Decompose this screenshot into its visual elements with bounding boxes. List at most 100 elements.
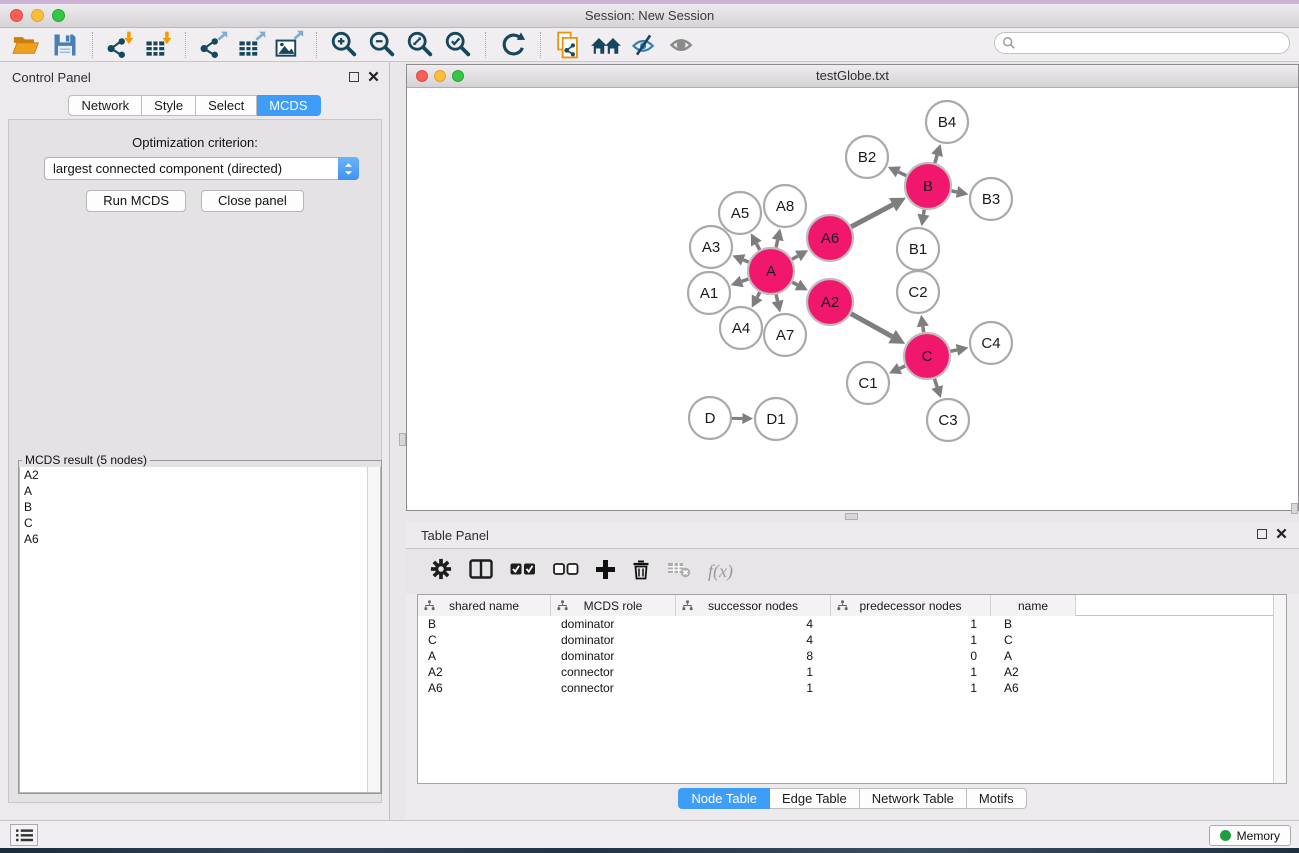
- create-column-button[interactable]: [596, 560, 615, 584]
- float-panel-icon[interactable]: [1257, 529, 1267, 539]
- copy-network-button[interactable]: [549, 30, 587, 60]
- table-cell[interactable]: 1: [831, 680, 991, 696]
- graph-edge[interactable]: [934, 379, 937, 387]
- graph-edge[interactable]: [898, 172, 906, 176]
- column-header-successor-nodes[interactable]: successor nodes: [676, 595, 831, 616]
- graph-edge[interactable]: [900, 366, 906, 369]
- show-hidden-panels-button[interactable]: [10, 824, 38, 846]
- graph-edge[interactable]: [952, 191, 958, 192]
- graph-node-B4[interactable]: B4: [926, 101, 968, 143]
- graph-node-D[interactable]: D: [689, 397, 731, 439]
- graph-edge[interactable]: [923, 326, 924, 332]
- table-cell[interactable]: dominator: [551, 616, 676, 632]
- table-cell[interactable]: 4: [676, 616, 831, 632]
- graph-edge[interactable]: [851, 205, 892, 227]
- graph-edge[interactable]: [935, 155, 937, 163]
- result-scrollbar[interactable]: [367, 467, 380, 792]
- graph-node-A6[interactable]: A6: [807, 215, 853, 261]
- result-item[interactable]: A6: [20, 531, 380, 547]
- optimization-criterion-select[interactable]: largest connected component (directed): [44, 157, 359, 180]
- table-cell[interactable]: connector: [551, 680, 676, 696]
- table-cell[interactable]: 1: [676, 680, 831, 696]
- tab-select[interactable]: Select: [196, 95, 257, 116]
- hide-panel-button[interactable]: [625, 30, 663, 60]
- table-cell[interactable]: A2: [418, 664, 551, 680]
- save-session-button[interactable]: [46, 30, 84, 60]
- graph-node-D1[interactable]: D1: [755, 398, 797, 440]
- tab-network[interactable]: Network: [68, 95, 142, 116]
- import-table-button[interactable]: [139, 30, 177, 60]
- column-header-shared-name[interactable]: shared name: [418, 595, 551, 616]
- table-cell[interactable]: A: [991, 648, 1076, 664]
- table-row[interactable]: A2connector11A2: [418, 664, 1286, 680]
- graph-node-B2[interactable]: B2: [846, 136, 888, 178]
- graph-edge[interactable]: [757, 292, 760, 297]
- table-cell[interactable]: A6: [991, 680, 1076, 696]
- result-item[interactable]: A2: [20, 467, 380, 483]
- table-cell[interactable]: 0: [831, 648, 991, 664]
- splitter-grip-right[interactable]: [1291, 503, 1298, 514]
- graph-edge[interactable]: [776, 240, 778, 248]
- close-window-button[interactable]: [10, 9, 23, 22]
- table-row[interactable]: Adominator80A: [418, 648, 1286, 664]
- column-browser-button[interactable]: [469, 559, 493, 584]
- graph-node-A3[interactable]: A3: [690, 226, 732, 268]
- memory-button[interactable]: Memory: [1209, 825, 1291, 846]
- result-item[interactable]: B: [20, 499, 380, 515]
- network-graph-canvas[interactable]: B4B2BB3A5A8A6A3B1AA1C2A2A4A7C4CC1C3DD1: [407, 88, 1298, 510]
- table-cell[interactable]: 1: [831, 632, 991, 648]
- search-box[interactable]: [994, 32, 1290, 54]
- graph-node-C3[interactable]: C3: [927, 399, 969, 441]
- node-table[interactable]: shared name MCDS role successor nodes pr…: [417, 594, 1287, 784]
- graph-node-A2[interactable]: A2: [807, 279, 853, 325]
- table-cell[interactable]: dominator: [551, 632, 676, 648]
- table-cell[interactable]: connector: [551, 664, 676, 680]
- table-row[interactable]: Bdominator41B: [418, 616, 1286, 632]
- graph-node-B1[interactable]: B1: [897, 228, 939, 270]
- deselect-all-columns-button[interactable]: [553, 563, 579, 581]
- graph-edge[interactable]: [776, 294, 777, 301]
- export-image-button[interactable]: [270, 30, 308, 60]
- export-network-button[interactable]: [194, 30, 232, 60]
- table-scrollbar[interactable]: [1273, 595, 1286, 783]
- table-cell[interactable]: 8: [676, 648, 831, 664]
- graph-node-B[interactable]: B: [905, 163, 951, 209]
- open-session-button[interactable]: [8, 30, 46, 60]
- table-cell[interactable]: 1: [831, 664, 991, 680]
- graph-edge[interactable]: [756, 244, 759, 250]
- run-mcds-button[interactable]: Run MCDS: [86, 190, 186, 212]
- table-cell[interactable]: B: [991, 616, 1076, 632]
- network-window-titlebar[interactable]: testGlobe.txt: [407, 65, 1298, 88]
- network-zoom-button[interactable]: [452, 70, 464, 82]
- function-builder-button[interactable]: f(x): [708, 561, 733, 582]
- delete-table-button[interactable]: [667, 560, 691, 583]
- column-header-predecessor-nodes[interactable]: predecessor nodes: [831, 595, 991, 616]
- table-cell[interactable]: dominator: [551, 648, 676, 664]
- splitter-grip-left[interactable]: [399, 433, 406, 446]
- table-row[interactable]: Cdominator41C: [418, 632, 1286, 648]
- graph-node-A4[interactable]: A4: [720, 307, 762, 349]
- mcds-result-list[interactable]: A2ABCA6: [19, 467, 381, 793]
- table-cell[interactable]: C: [991, 632, 1076, 648]
- search-input[interactable]: [1016, 34, 1289, 52]
- graph-node-C[interactable]: C: [904, 333, 950, 379]
- tab-network-table[interactable]: Network Table: [860, 788, 967, 809]
- graph-node-A7[interactable]: A7: [764, 314, 806, 356]
- close-panel-icon[interactable]: [368, 71, 379, 82]
- tab-mcds[interactable]: MCDS: [257, 95, 320, 116]
- home-button[interactable]: [587, 30, 625, 60]
- graph-edge[interactable]: [742, 279, 749, 281]
- table-cell[interactable]: A2: [991, 664, 1076, 680]
- refresh-button[interactable]: [494, 30, 532, 60]
- delete-column-button[interactable]: [632, 559, 650, 585]
- graph-edge[interactable]: [923, 210, 924, 215]
- minimize-window-button[interactable]: [31, 9, 44, 22]
- graph-edge[interactable]: [792, 282, 797, 285]
- table-settings-button[interactable]: [430, 558, 452, 585]
- zoom-window-button[interactable]: [52, 9, 65, 22]
- splitter-grip-bottom[interactable]: [845, 513, 858, 520]
- tab-motifs[interactable]: Motifs: [967, 788, 1027, 809]
- zoom-out-button[interactable]: [363, 30, 401, 60]
- table-cell[interactable]: A: [418, 648, 551, 664]
- network-minimize-button[interactable]: [434, 70, 446, 82]
